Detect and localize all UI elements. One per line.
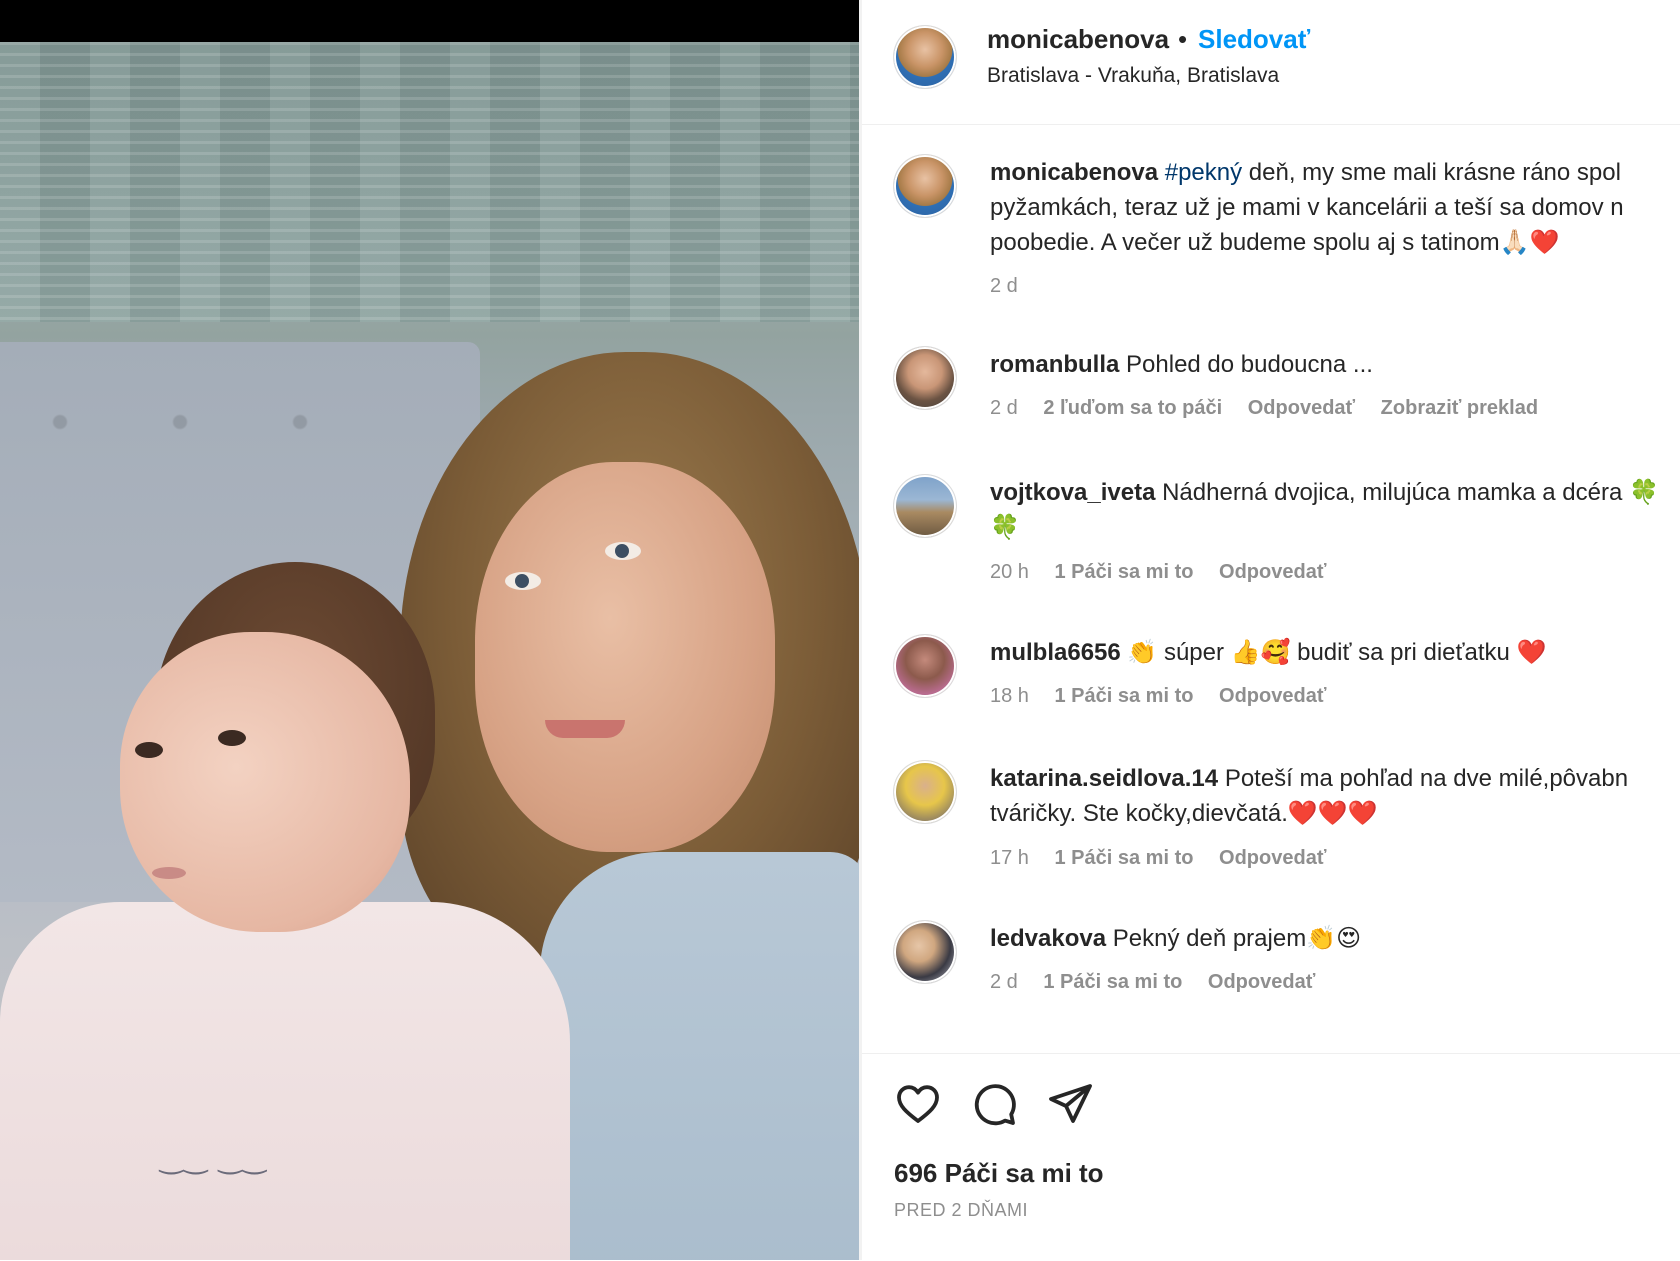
photo-girl-eye-left bbox=[135, 742, 163, 758]
caption-text: monicabenova #pekný deň, my sme mali krá… bbox=[990, 155, 1680, 260]
post-side-panel: monicabenova • Sledovať Bratislava - Vra… bbox=[862, 0, 1680, 1260]
caption-avatar[interactable] bbox=[894, 155, 956, 217]
photo-woman-mouth bbox=[545, 720, 625, 738]
comment-meta: 18 h 1 Páči sa mi to Odpovedať bbox=[990, 685, 1346, 708]
heart-outline-icon[interactable] bbox=[894, 1080, 942, 1128]
post-date[interactable]: PRED 2 DŇAMI bbox=[894, 1200, 1028, 1221]
comment-time[interactable]: 20 h bbox=[990, 561, 1029, 583]
comment-reply-button[interactable]: Odpovedať bbox=[1208, 971, 1315, 993]
comment-translate-button[interactable]: Zobraziť preklad bbox=[1381, 397, 1538, 419]
comment-body: Pekný deň prajem👏😍 bbox=[1112, 925, 1362, 952]
comment-reply-button[interactable]: Odpovedať bbox=[1219, 847, 1326, 869]
comment-username[interactable]: vojtkova_iveta bbox=[990, 479, 1155, 506]
comment-username[interactable]: mulbla6656 bbox=[990, 639, 1121, 666]
comment-body: Pohled do budoucna ... bbox=[1126, 351, 1373, 378]
comment-meta: 2 d 1 Páči sa mi to Odpovedať bbox=[990, 971, 1335, 994]
comment-body: 👏 súper 👍🥰 budiť sa pri dieťatku ❤️ bbox=[1127, 639, 1547, 666]
post-photo[interactable]: ‿‿ ‿‿ bbox=[0, 42, 862, 1260]
comment-likes[interactable]: 1 Páči sa mi to bbox=[1043, 971, 1182, 993]
comment-text: romanbulla Pohled do budoucna ... bbox=[990, 347, 1680, 382]
comment-likes[interactable]: 1 Páči sa mi to bbox=[1055, 685, 1194, 707]
comment-meta: 20 h 1 Páči sa mi to Odpovedať bbox=[990, 561, 1346, 584]
post-photo-pane: ‿‿ ‿‿ bbox=[0, 0, 862, 1260]
comment-time[interactable]: 17 h bbox=[990, 847, 1029, 869]
photo-woman-eye-left bbox=[505, 572, 541, 590]
comment-time[interactable]: 2 d bbox=[990, 397, 1018, 419]
photo-woman-eye-right bbox=[605, 542, 641, 560]
comments-scroll-area[interactable]: monicabenova #pekný deň, my sme mali krá… bbox=[862, 125, 1680, 1053]
comment-text: mulbla6656 👏 súper 👍🥰 budiť sa pri dieťa… bbox=[990, 635, 1680, 670]
comment-avatar[interactable] bbox=[894, 475, 956, 537]
comment-text: ledvakova Pekný deň prajem👏😍 bbox=[990, 921, 1680, 956]
comment-username[interactable]: ledvakova bbox=[990, 925, 1106, 952]
comment-reply-button[interactable]: Odpovedať bbox=[1248, 397, 1355, 419]
comment-likes[interactable]: 1 Páči sa mi to bbox=[1055, 847, 1194, 869]
comment-username[interactable]: katarina.seidlova.14 bbox=[990, 765, 1218, 792]
comment-avatar[interactable] bbox=[894, 635, 956, 697]
author-username[interactable]: monicabenova bbox=[987, 24, 1169, 55]
header-separator-dot: • bbox=[1178, 24, 1188, 54]
comment-text: katarina.seidlova.14 Poteší ma pohľad na… bbox=[990, 761, 1670, 831]
follow-button[interactable]: Sledovať bbox=[1198, 24, 1310, 55]
comment-reply-button[interactable]: Odpovedať bbox=[1219, 561, 1326, 583]
comment-text: vojtkova_iveta Nádherná dvojica, milujúc… bbox=[990, 475, 1670, 545]
comment-likes[interactable]: 1 Páči sa mi to bbox=[1055, 561, 1194, 583]
comment-reply-button[interactable]: Odpovedať bbox=[1219, 685, 1326, 707]
comment-likes[interactable]: 2 ľuďom sa to páči bbox=[1043, 397, 1222, 419]
caption-username[interactable]: monicabenova bbox=[990, 159, 1158, 186]
post-header: monicabenova • Sledovať Bratislava - Vra… bbox=[862, 0, 1680, 125]
comment-avatar[interactable] bbox=[894, 347, 956, 409]
comment-time[interactable]: 2 d bbox=[990, 971, 1018, 993]
post-actions-bar: 696 Páči sa mi to PRED 2 DŇAMI bbox=[862, 1053, 1680, 1261]
photo-girl-body bbox=[0, 902, 570, 1260]
likes-count[interactable]: 696 Páči sa mi to bbox=[894, 1158, 1104, 1189]
post-location[interactable]: Bratislava - Vrakuňa, Bratislava bbox=[987, 64, 1279, 88]
comment-meta: 17 h 1 Páči sa mi to Odpovedať bbox=[990, 847, 1346, 870]
photo-woman-face bbox=[475, 462, 775, 852]
paper-plane-icon[interactable] bbox=[1046, 1080, 1094, 1128]
comment-avatar[interactable] bbox=[894, 761, 956, 823]
comment-time[interactable]: 18 h bbox=[990, 685, 1029, 707]
caption-meta: 2 d bbox=[990, 275, 1038, 298]
photo-girl-mouth bbox=[152, 867, 186, 879]
photo-shirt-print: ‿‿ ‿‿ bbox=[160, 1143, 268, 1174]
comment-bubble-icon[interactable] bbox=[970, 1080, 1018, 1128]
photo-wall bbox=[0, 42, 862, 322]
author-avatar[interactable] bbox=[894, 26, 956, 88]
caption-time[interactable]: 2 d bbox=[990, 275, 1018, 297]
caption-hashtag[interactable]: #pekný bbox=[1165, 159, 1242, 186]
comment-avatar[interactable] bbox=[894, 921, 956, 983]
photo-girl-face bbox=[120, 632, 410, 932]
comment-meta: 2 d 2 ľuďom sa to páči Odpovedať Zobrazi… bbox=[990, 397, 1558, 420]
photo-girl-eye-right bbox=[218, 730, 246, 746]
comment-username[interactable]: romanbulla bbox=[990, 351, 1119, 378]
photo-woman-body bbox=[540, 852, 862, 1260]
